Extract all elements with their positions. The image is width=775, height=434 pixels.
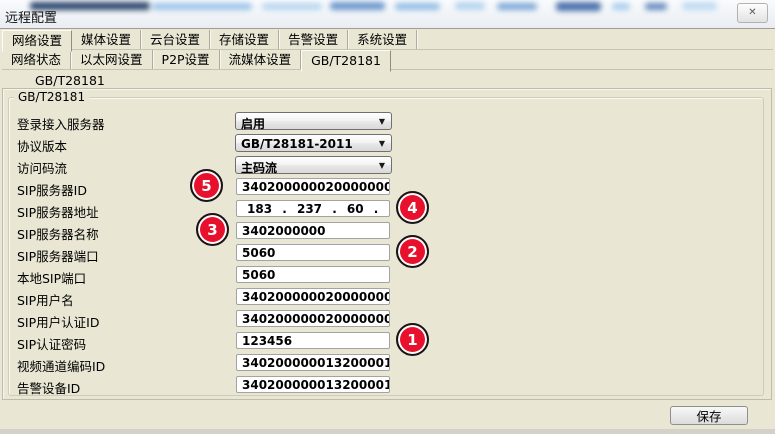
video-channel-id-input[interactable]: [236, 354, 390, 371]
protocol-version-select[interactable]: GB/T28181-2011 ▼: [235, 134, 392, 152]
field-label-login-access-server: 登录接入服务器: [17, 114, 105, 133]
window-bottom-frame: [0, 429, 775, 434]
form-row: 访问码流 主码流 ▼: [0, 156, 775, 174]
tab-storage-settings[interactable]: 存储设置: [210, 30, 279, 49]
background-window-blur: [645, 3, 667, 10]
tab-streaming-settings[interactable]: 流媒体设置: [220, 50, 302, 69]
close-button[interactable]: ✕: [737, 3, 768, 23]
form-row: 协议版本 GB/T28181-2011 ▼: [0, 134, 775, 152]
close-icon: ✕: [748, 8, 756, 18]
callout-badge-4: 4: [396, 191, 429, 224]
field-label-sip-username: SIP用户名: [17, 290, 74, 309]
form-row: SIP用户认证ID: [0, 310, 775, 328]
form-row: 视频通道编码ID: [0, 354, 775, 372]
remote-config-dialog: 远程配置 ✕ 网络设置 媒体设置 云台设置 存储设置 告警设置 系统设置 网络状…: [0, 0, 775, 434]
alarm-device-id-input[interactable]: [236, 376, 390, 393]
page-title: GB/T28181: [35, 73, 105, 88]
form-row: SIP服务器名称: [0, 222, 775, 240]
chevron-down-icon: ▼: [379, 161, 385, 170]
tab-bar-network: 网络状态 以太网设置 P2P设置 流媒体设置 GB/T28181: [2, 50, 773, 70]
tab-network-status[interactable]: 网络状态: [2, 50, 71, 69]
sip-server-port-input[interactable]: [236, 244, 390, 261]
tab-p2p-settings[interactable]: P2P设置: [153, 50, 220, 69]
form-row: SIP服务器地址: [0, 200, 775, 218]
background-window-blur: [556, 2, 601, 11]
form-row: SIP用户名: [0, 288, 775, 306]
login-access-server-select[interactable]: 启用 ▼: [235, 112, 392, 130]
field-label-sip-server-address: SIP服务器地址: [17, 202, 99, 221]
select-value: 主码流: [241, 159, 277, 176]
background-window-blur: [152, 3, 252, 10]
tab-ethernet-settings[interactable]: 以太网设置: [71, 50, 153, 69]
callout-badge-2: 2: [396, 235, 429, 268]
background-window-blur: [682, 2, 717, 10]
sip-server-id-input[interactable]: [236, 178, 390, 195]
background-window-blur: [612, 3, 630, 10]
tab-alarm-settings[interactable]: 告警设置: [279, 30, 348, 49]
sip-username-input[interactable]: [236, 288, 390, 305]
select-value: 启用: [241, 115, 265, 132]
tab-media-settings[interactable]: 媒体设置: [72, 30, 141, 49]
callout-badge-3: 3: [196, 213, 229, 246]
field-label-sip-user-auth-id: SIP用户认证ID: [17, 312, 99, 331]
field-label-protocol-version: 协议版本: [17, 136, 67, 155]
background-window-blur: [395, 3, 440, 10]
callout-badge-1: 1: [396, 323, 429, 356]
save-button[interactable]: 保存: [670, 406, 748, 425]
tab-ptz-settings[interactable]: 云台设置: [141, 30, 210, 49]
field-label-video-channel-id: 视频通道编码ID: [17, 356, 105, 375]
background-window-blur: [262, 3, 322, 10]
field-label-alarm-device-id: 告警设备ID: [17, 378, 80, 397]
access-stream-select[interactable]: 主码流 ▼: [235, 156, 392, 174]
form-row: SIP服务器ID: [0, 178, 775, 196]
field-label-sip-server-name: SIP服务器名称: [17, 224, 99, 243]
tab-gbt28181[interactable]: GB/T28181: [301, 50, 391, 72]
field-label-sip-server-id: SIP服务器ID: [17, 180, 87, 199]
callout-badge-5: 5: [190, 169, 223, 202]
form-row: 登录接入服务器 启用 ▼: [0, 112, 775, 130]
title-bar: 远程配置: [0, 0, 775, 29]
background-window-blur: [455, 2, 485, 10]
tab-network-settings[interactable]: 网络设置: [2, 30, 72, 52]
tab-system-settings[interactable]: 系统设置: [348, 30, 417, 49]
field-label-access-stream: 访问码流: [17, 158, 67, 177]
chevron-down-icon: ▼: [379, 117, 385, 126]
tab-bar-main: 网络设置 媒体设置 云台设置 存储设置 告警设置 系统设置: [2, 30, 773, 50]
sip-server-address-input[interactable]: [236, 200, 390, 217]
select-value: GB/T28181-2011: [241, 137, 353, 151]
background-window-blur: [497, 3, 537, 10]
form-row: SIP认证密码: [0, 332, 775, 350]
field-label-sip-auth-password: SIP认证密码: [17, 334, 86, 353]
form-row: 告警设备ID: [0, 376, 775, 394]
sip-server-name-input[interactable]: [236, 222, 390, 239]
background-window-blur: [330, 2, 385, 10]
form-row: 本地SIP端口: [0, 266, 775, 284]
local-sip-port-input[interactable]: [236, 266, 390, 283]
form-row: SIP服务器端口: [0, 244, 775, 262]
field-label-sip-server-port: SIP服务器端口: [17, 246, 99, 265]
window-title: 远程配置: [5, 7, 57, 26]
sip-auth-password-input[interactable]: [236, 332, 390, 349]
sip-user-auth-id-input[interactable]: [236, 310, 390, 327]
groupbox-legend: GB/T28181: [14, 90, 89, 104]
chevron-down-icon: ▼: [379, 139, 385, 148]
field-label-local-sip-port: 本地SIP端口: [17, 268, 86, 287]
